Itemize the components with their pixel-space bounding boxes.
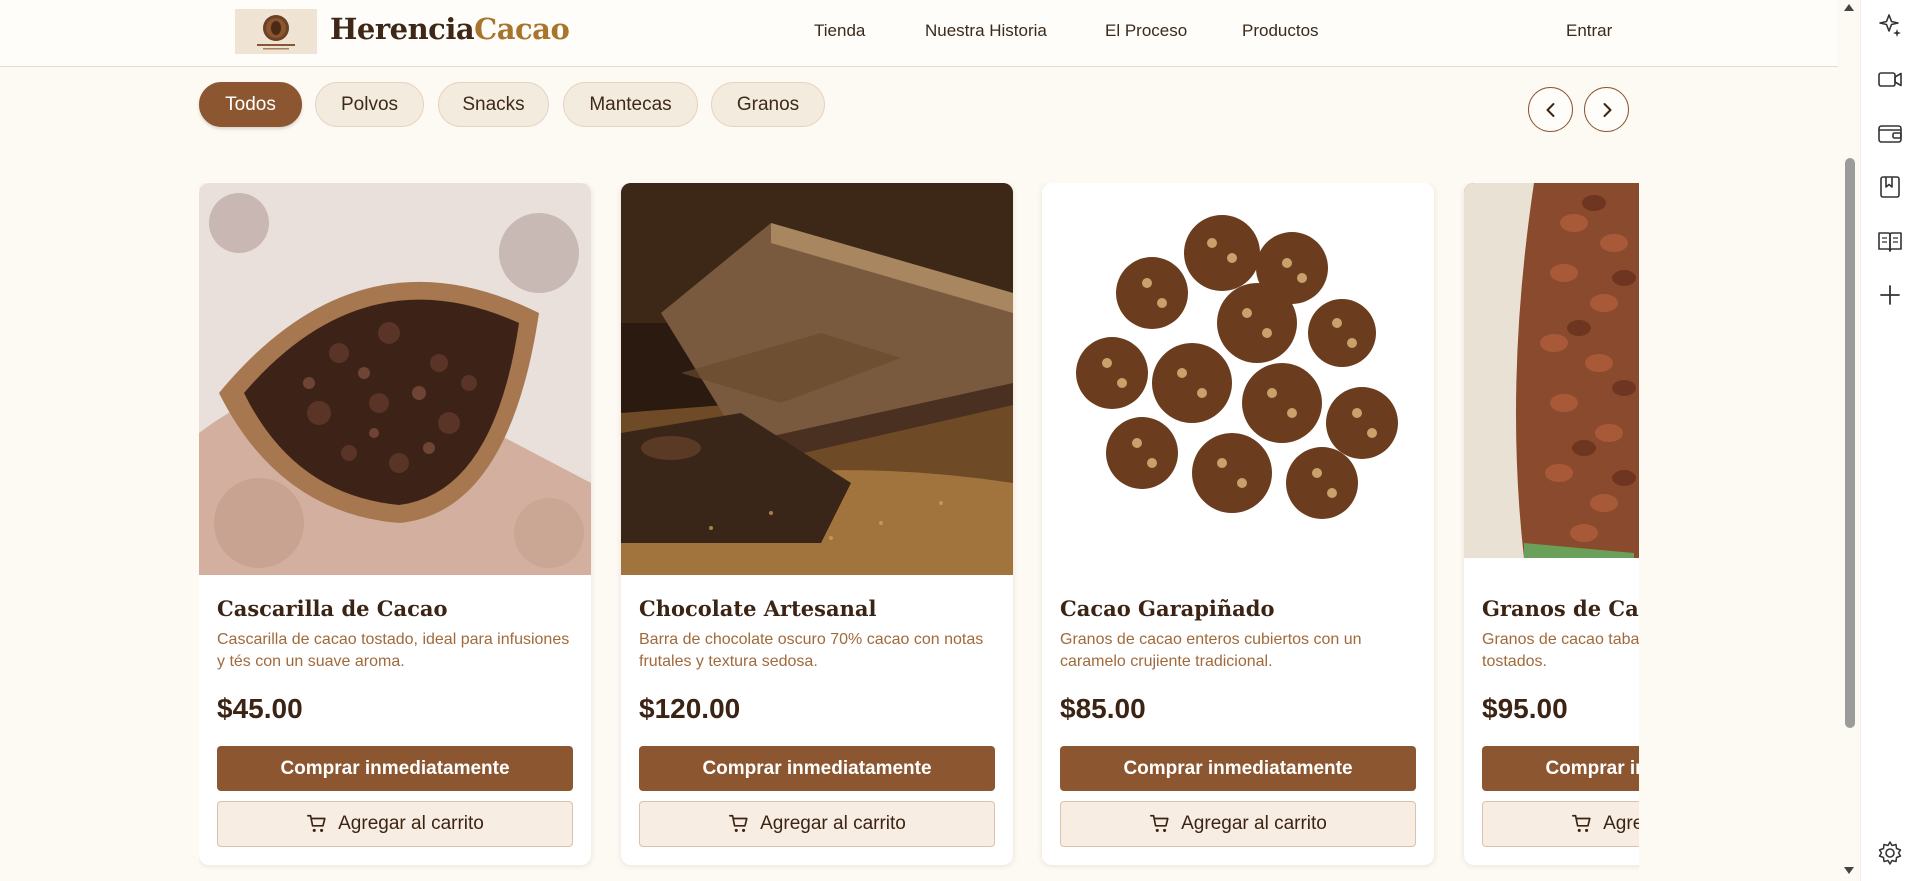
scroll-up-arrow-icon[interactable]: [1843, 2, 1855, 12]
top-navbar: HerenciaCacao Tienda Nuestra Historia El…: [0, 0, 1838, 67]
product-price: $95.00: [1482, 693, 1568, 724]
filter-chip-mantecas[interactable]: Mantecas: [563, 82, 698, 127]
nav-link-nuestra-historia[interactable]: Nuestra Historia: [925, 21, 1047, 41]
chevron-right-icon: [1603, 102, 1611, 117]
bookmark-icon[interactable]: [1876, 173, 1904, 201]
buy-now-button[interactable]: Comprar inmediatamente: [1060, 746, 1416, 791]
reading-list-icon[interactable]: [1876, 227, 1904, 255]
add-to-cart-label: Agregar al carrito: [1603, 813, 1639, 834]
add-to-cart-button[interactable]: Agregar al carrito: [639, 801, 995, 847]
product-title[interactable]: Cascarilla de Cacao: [217, 596, 448, 621]
brand-name[interactable]: HerenciaCacao: [330, 12, 570, 46]
add-to-cart-button[interactable]: Agregar al carrito: [1060, 801, 1416, 847]
carousel-next-button[interactable]: [1584, 87, 1629, 132]
product-price: $85.00: [1060, 693, 1146, 724]
sparkle-star-icon[interactable]: [1876, 11, 1904, 39]
product-image-granos[interactable]: [1464, 183, 1639, 575]
add-to-cart-label: Agregar al carrito: [1181, 813, 1327, 834]
product-description: Cascarilla de cacao tostado, ideal para …: [217, 631, 570, 670]
product-price: $120.00: [639, 693, 741, 724]
buy-now-button[interactable]: Comprar inmediatamente: [1482, 746, 1639, 791]
video-icon[interactable]: [1876, 65, 1904, 93]
logo-image[interactable]: [235, 9, 317, 54]
product-image-garapinado[interactable]: [1042, 183, 1434, 575]
product-card: Cacao Garapiñado Granos de cacao enteros…: [1042, 183, 1434, 865]
add-to-cart-label: Agregar al carrito: [760, 813, 906, 834]
brand-name-part1: Herencia: [330, 12, 475, 46]
product-carousel: Cascarilla de Cacao Cascarilla de cacao …: [199, 183, 1639, 873]
product-card: Cascarilla de Cacao Cascarilla de cacao …: [199, 183, 591, 865]
product-card: Granos de Cacao Granos de cacao tabasque…: [1464, 183, 1639, 865]
wallet-icon[interactable]: [1876, 119, 1904, 147]
page-scrollbar-thumb[interactable]: [1845, 158, 1855, 728]
scroll-down-arrow-icon[interactable]: [1843, 866, 1855, 876]
carousel-prev-button[interactable]: [1528, 87, 1573, 132]
nav-link-tienda[interactable]: Tienda: [814, 21, 865, 41]
login-link[interactable]: Entrar: [1566, 21, 1612, 41]
product-title[interactable]: Granos de Cacao: [1482, 596, 1639, 621]
filter-chip-todos[interactable]: Todos: [199, 82, 302, 127]
product-price: $45.00: [217, 693, 303, 724]
plus-icon[interactable]: [1876, 281, 1904, 309]
settings-icon[interactable]: [1876, 839, 1904, 867]
product-title[interactable]: Cacao Garapiñado: [1060, 596, 1274, 621]
nav-link-el-proceso[interactable]: El Proceso: [1105, 21, 1187, 41]
add-to-cart-button[interactable]: Agregar al carrito: [1482, 801, 1639, 847]
product-card: Chocolate Artesanal Barra de chocolate o…: [621, 183, 1013, 865]
buy-now-button[interactable]: Comprar inmediatamente: [217, 746, 573, 791]
buy-now-button[interactable]: Comprar inmediatamente: [639, 746, 995, 791]
product-image-cascarilla[interactable]: [199, 183, 591, 575]
cart-icon: [1572, 814, 1591, 832]
add-to-cart-button[interactable]: Agregar al carrito: [217, 801, 573, 847]
filter-chip-granos[interactable]: Granos: [711, 82, 825, 127]
filter-chip-snacks[interactable]: Snacks: [438, 82, 549, 127]
cart-icon: [307, 814, 326, 832]
product-title[interactable]: Chocolate Artesanal: [639, 596, 876, 621]
nav-link-productos[interactable]: Productos: [1242, 21, 1319, 41]
cart-icon: [1150, 814, 1169, 832]
product-description: Granos de cacao tabasqueño fermentados y…: [1482, 631, 1639, 670]
cart-icon: [729, 814, 748, 832]
chevron-left-icon: [1546, 102, 1554, 117]
product-description: Barra de chocolate oscuro 70% cacao con …: [639, 631, 984, 670]
product-description: Granos de cacao enteros cubiertos con un…: [1060, 631, 1362, 670]
product-image-chocolate[interactable]: [621, 183, 1013, 575]
brand-name-part2: Cacao: [474, 12, 570, 46]
filter-chip-polvos[interactable]: Polvos: [315, 82, 424, 127]
add-to-cart-label: Agregar al carrito: [338, 813, 484, 834]
